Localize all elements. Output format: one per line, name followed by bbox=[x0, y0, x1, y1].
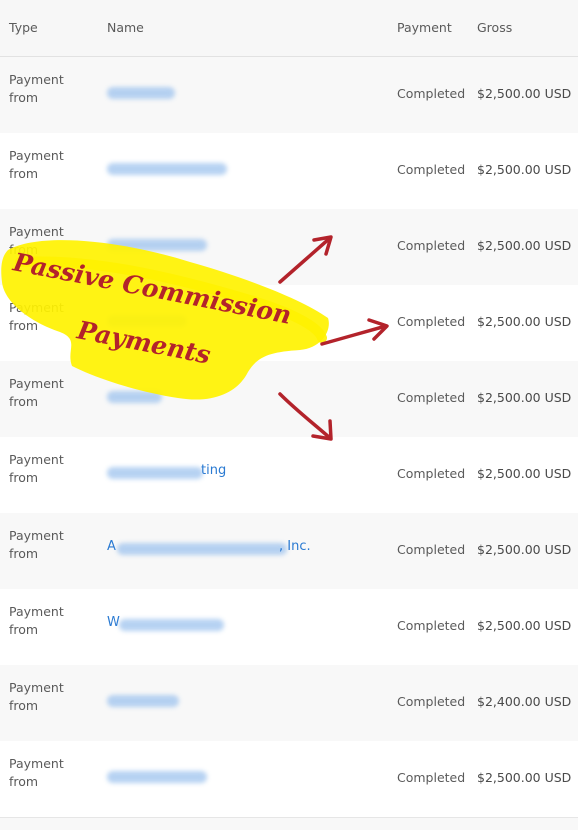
status-cell: Completed bbox=[397, 466, 466, 481]
status-cell: Completed bbox=[397, 314, 466, 329]
payer-name-link[interactable] bbox=[107, 691, 367, 711]
gross-cell: $2,500.00 USD bbox=[477, 618, 572, 633]
redacted-name bbox=[107, 771, 207, 783]
payer-name-link[interactable]: ting bbox=[107, 463, 367, 483]
type-cell: Payment from bbox=[9, 604, 64, 637]
status-cell: Completed bbox=[397, 390, 466, 405]
payer-name-link[interactable] bbox=[107, 235, 367, 255]
payer-name-visible-part: A bbox=[107, 539, 116, 554]
payer-name-visible-part: , Inc. bbox=[279, 539, 311, 554]
payer-name-link[interactable]: A , Inc. bbox=[107, 539, 367, 559]
redacted-name bbox=[107, 87, 175, 99]
column-header-type[interactable]: Type bbox=[9, 20, 38, 35]
table-row[interactable]: Payment from Completed $2,400.00 USD bbox=[0, 665, 578, 742]
payer-name-link[interactable] bbox=[107, 767, 367, 787]
payer-name-link[interactable] bbox=[107, 159, 367, 179]
payer-name-link[interactable] bbox=[107, 387, 367, 407]
type-cell: Payment from bbox=[9, 224, 64, 257]
gross-cell: $2,400.00 USD bbox=[477, 694, 572, 709]
table-row[interactable]: Payment from W Completed $2,500.00 USD bbox=[0, 589, 578, 666]
redacted-name bbox=[107, 315, 187, 327]
type-cell: Payment from bbox=[9, 376, 64, 409]
gross-cell: $2,500.00 USD bbox=[477, 314, 572, 329]
table-row[interactable]: Payment from A , Inc. Completed $2,500.0… bbox=[0, 513, 578, 590]
redacted-name bbox=[117, 543, 287, 555]
gross-cell: $2,500.00 USD bbox=[477, 390, 572, 405]
redacted-name bbox=[107, 695, 179, 707]
table-row[interactable]: Payment from Completed $2,500.00 USD bbox=[0, 133, 578, 210]
payer-name-link[interactable] bbox=[107, 83, 367, 103]
gross-cell: $2,500.00 USD bbox=[477, 238, 572, 253]
gross-cell: $2,500.00 USD bbox=[477, 466, 572, 481]
gross-cell: $2,500.00 USD bbox=[477, 86, 572, 101]
status-cell: Completed bbox=[397, 86, 466, 101]
redacted-name bbox=[119, 619, 224, 631]
status-cell: Completed bbox=[397, 770, 466, 785]
table-footer-strip bbox=[0, 818, 578, 830]
type-cell: Payment from bbox=[9, 300, 64, 333]
payer-name-link[interactable]: W bbox=[107, 615, 367, 635]
table-row[interactable]: Payment from Completed $2,500.00 USD bbox=[0, 361, 578, 438]
type-cell: Payment from bbox=[9, 148, 64, 181]
redacted-name bbox=[107, 239, 207, 251]
column-header-gross[interactable]: Gross bbox=[477, 20, 512, 35]
type-cell: Payment from bbox=[9, 72, 64, 105]
column-header-payment[interactable]: Payment bbox=[397, 20, 452, 35]
type-cell: Payment from bbox=[9, 756, 64, 789]
status-cell: Completed bbox=[397, 542, 466, 557]
payer-name-visible-part: ting bbox=[201, 463, 227, 478]
table-row[interactable]: Payment from Completed $2,500.00 USD bbox=[0, 57, 578, 134]
table-row[interactable]: Payment from ting Completed $2,500.00 US… bbox=[0, 437, 578, 514]
table-row[interactable]: Payment from Completed $2,500.00 USD bbox=[0, 285, 578, 362]
transactions-table: Type Name Payment Gross Payment from Com… bbox=[0, 0, 578, 830]
redacted-name bbox=[107, 391, 162, 403]
column-header-name[interactable]: Name bbox=[107, 20, 144, 35]
type-cell: Payment from bbox=[9, 452, 64, 485]
gross-cell: $2,500.00 USD bbox=[477, 770, 572, 785]
status-cell: Completed bbox=[397, 162, 466, 177]
status-cell: Completed bbox=[397, 238, 466, 253]
table-row[interactable]: Payment from Completed $2,500.00 USD bbox=[0, 209, 578, 286]
table-header: Type Name Payment Gross bbox=[0, 0, 578, 57]
redacted-name bbox=[107, 467, 203, 479]
payer-name-visible-part: W bbox=[107, 615, 120, 630]
payer-name-link[interactable] bbox=[107, 311, 367, 331]
table-row[interactable]: Payment from Completed $2,500.00 USD bbox=[0, 741, 578, 818]
gross-cell: $2,500.00 USD bbox=[477, 162, 572, 177]
type-cell: Payment from bbox=[9, 680, 64, 713]
status-cell: Completed bbox=[397, 618, 466, 633]
gross-cell: $2,500.00 USD bbox=[477, 542, 572, 557]
type-cell: Payment from bbox=[9, 528, 64, 561]
status-cell: Completed bbox=[397, 694, 466, 709]
redacted-name bbox=[107, 163, 227, 175]
